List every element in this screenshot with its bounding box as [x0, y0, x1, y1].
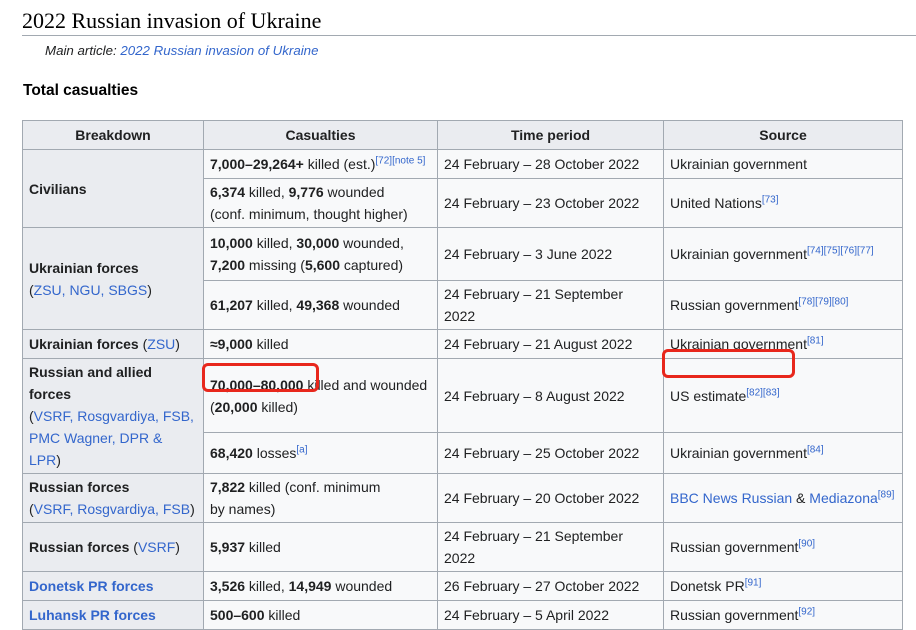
reference-link[interactable]: [84] [807, 445, 824, 456]
table-row: Luhansk PR forces 500–600 killed 24 Febr… [22, 600, 903, 630]
casualties-cell: 7,822 killed (conf. minimum by names) [203, 473, 438, 523]
table-row: Donetsk PR forces 3,526 killed, 14,949 w… [22, 571, 903, 601]
casualties-cell: 6,374 killed, 9,776 wounded (conf. minimu… [203, 178, 438, 228]
ru-units-link[interactable]: VSRF, Rosgvardiya, FSB [34, 501, 190, 517]
highlight-box-20000-killed [202, 363, 319, 392]
col-header-time-period: Time period [437, 120, 664, 150]
row-header-civilians: Civilians [22, 149, 204, 228]
main-article-link[interactable]: 2022 Russian invasion of Ukraine [120, 43, 318, 58]
period-cell: 24 February – 23 October 2022 [437, 178, 664, 228]
casualties-cell: 500–600 killed [203, 600, 438, 630]
source-cell: Ukrainian government[84] [663, 432, 903, 474]
row-header-donetsk: Donetsk PR forces [22, 571, 204, 601]
row-label: Civilians [29, 180, 87, 197]
row-header-russian-forces-vsrf: Russian forces (VSRF) [22, 522, 204, 572]
casualties-cell: 10,000 killed, 30,000 wounded, 7,200 miss… [203, 227, 438, 281]
reference-link[interactable]: [73] [762, 194, 779, 205]
row-header-russian-allied-forces: Russian and allied forces (VSRF, Rosgvard… [22, 358, 204, 474]
casualties-cell: ≈9,000 killed [203, 329, 438, 359]
period-cell: 24 February – 21 September 2022 [437, 280, 664, 330]
reference-link[interactable]: [91] [745, 577, 762, 588]
period-cell: 24 February – 8 August 2022 [437, 357, 664, 434]
source-cell: Donetsk PR[91] [663, 571, 903, 601]
bbc-news-russian-link[interactable]: BBC News Russian [670, 490, 792, 506]
period-cell: 24 February – 21 September 2022 [437, 522, 664, 572]
casualties-cell: 68,420 losses[a] [203, 432, 438, 474]
reference-link[interactable]: [72][note 5] [375, 155, 425, 166]
col-header-casualties: Casualties [203, 120, 438, 150]
reference-link[interactable]: [78][79][80] [798, 296, 848, 307]
highlight-box-us-estimate [662, 349, 795, 378]
mediazona-link[interactable]: Mediazona [809, 490, 878, 506]
col-header-source: Source [663, 120, 903, 150]
section-heading: 2022 Russian invasion of Ukraine [22, 8, 916, 36]
ru-allied-units-link[interactable]: VSRF, Rosgvardiya, FSB, PMC Wagner, DPR … [29, 408, 194, 468]
zsu-link[interactable]: ZSU [147, 336, 175, 352]
table-header-row: Breakdown Casualties Time period Source [22, 120, 903, 150]
source-cell: Russian government[92] [663, 600, 903, 630]
table-row: Russian forces (VSRF) 5,937 killed 24 Fe… [22, 522, 903, 572]
row-header-ukrainian-forces: Ukrainian forces (ZSU, NGU, SBGS) [22, 227, 204, 330]
row-header-russian-forces: Russian forces (VSRF, Rosgvardiya, FSB) [22, 473, 204, 523]
casualties-cell: 61,207 killed, 49,368 wounded [203, 280, 438, 330]
reference-link[interactable]: [90] [798, 538, 815, 549]
period-cell: 24 February – 3 June 2022 [437, 227, 664, 281]
main-article-hatnote: Main article: 2022 Russian invasion of U… [45, 43, 318, 58]
table-row: Russian forces (VSRF, Rosgvardiya, FSB) 7… [22, 473, 903, 523]
casualties-cell: 7,000–29,264+ killed (est.)[72][note 5] [203, 149, 438, 179]
table-heading: Total casualties [23, 82, 139, 99]
reference-link[interactable]: [a] [296, 445, 307, 456]
period-cell: 24 February – 25 October 2022 [437, 432, 664, 474]
source-cell: Ukrainian government [663, 149, 903, 179]
table-row: Ukrainian forces (ZSU, NGU, SBGS) 10,000 … [22, 227, 903, 330]
reference-link[interactable]: [74][75][76][77] [807, 245, 874, 256]
casualties-cell: 3,526 killed, 14,949 wounded [203, 571, 438, 601]
period-cell: 24 February – 21 August 2022 [437, 329, 664, 359]
period-cell: 24 February – 5 April 2022 [437, 600, 664, 630]
vsrf-link[interactable]: VSRF [138, 539, 175, 555]
row-header-ukrainian-forces-zsu: Ukrainian forces (ZSU) [22, 329, 204, 359]
period-cell: 26 February – 27 October 2022 [437, 571, 664, 601]
table-row: Civilians 7,000–29,264+ killed (est.)[72… [22, 149, 903, 228]
reference-link[interactable]: [89] [878, 489, 895, 500]
source-cell: Russian government[78][79][80] [663, 280, 903, 330]
period-cell: 24 February – 20 October 2022 [437, 473, 664, 523]
source-cell: Ukrainian government[74][75][76][77] [663, 227, 903, 281]
reference-link[interactable]: [82][83] [746, 387, 779, 398]
casualties-cell: 5,937 killed [203, 522, 438, 572]
ukr-units-link[interactable]: ZSU, NGU, SBGS [34, 282, 148, 298]
hatnote-prefix: Main article: [45, 43, 121, 58]
col-header-breakdown: Breakdown [22, 120, 204, 150]
source-cell: BBC News Russian & Mediazona[89] [663, 473, 903, 523]
row-header-luhansk: Luhansk PR forces [22, 600, 204, 630]
period-cell: 24 February – 28 October 2022 [437, 149, 664, 179]
donetsk-pr-forces-link[interactable]: Donetsk PR forces [29, 578, 153, 594]
source-cell: Russian government[90] [663, 522, 903, 572]
luhansk-pr-forces-link[interactable]: Luhansk PR forces [29, 607, 156, 623]
reference-link[interactable]: [92] [798, 606, 815, 617]
source-cell: United Nations[73] [663, 178, 903, 228]
reference-link[interactable]: [81] [807, 335, 824, 346]
